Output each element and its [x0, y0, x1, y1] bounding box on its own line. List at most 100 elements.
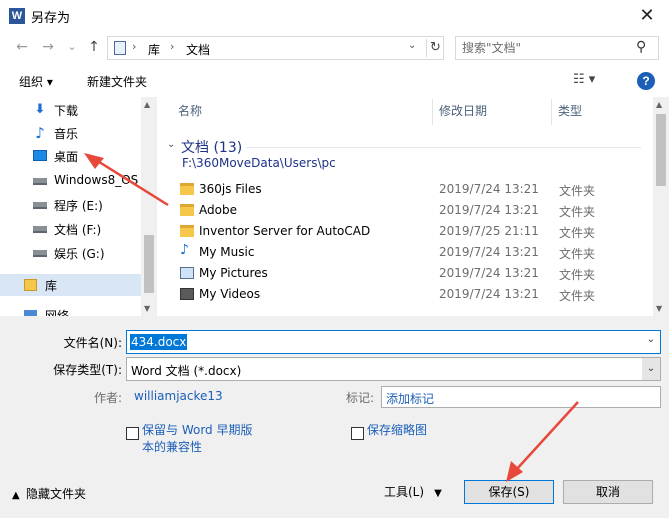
- filetype-select[interactable]: Word 文档 (*.docx) ⌄: [126, 357, 661, 381]
- list-item[interactable]: Adobe 2019/7/24 13:21 文件夹: [178, 200, 653, 221]
- folder-icon: [180, 204, 194, 216]
- list-item[interactable]: 360js Files 2019/7/24 13:21 文件夹: [178, 179, 653, 200]
- address-history-chevron-icon[interactable]: ⌄: [408, 40, 416, 51]
- tags-field[interactable]: 添加标记: [381, 386, 661, 408]
- file-list-scrollbar[interactable]: ▲ ▼: [653, 97, 669, 316]
- new-folder-button[interactable]: 新建文件夹: [87, 73, 147, 90]
- compat-label-line1[interactable]: 保留与 Word 早期版: [142, 422, 252, 439]
- breadcrumb-separator: ›: [132, 40, 137, 53]
- list-item[interactable]: My Videos 2019/7/24 13:21 文件夹: [178, 284, 653, 305]
- file-name: 360js Files: [199, 182, 262, 196]
- up-folder-button[interactable]: ↑: [84, 37, 104, 57]
- file-name: My Music: [199, 245, 255, 259]
- library-icon: [24, 278, 38, 292]
- pictures-folder-icon: [180, 267, 194, 279]
- hide-folders-toggle[interactable]: ▲ 隐藏文件夹: [12, 485, 86, 502]
- group-header[interactable]: 文档 (13): [181, 137, 242, 157]
- filetype-value: Word 文档 (*.docx): [131, 364, 242, 378]
- drive-icon: [33, 174, 47, 188]
- sidebar-item-drive-g[interactable]: 娱乐 (G:): [0, 242, 141, 264]
- breadcrumb-library[interactable]: 库: [148, 41, 160, 58]
- filename-value[interactable]: 434.docx: [130, 334, 188, 350]
- breadcrumb-documents[interactable]: 文档: [186, 41, 210, 58]
- dialog-title: 另存为: [31, 11, 71, 26]
- tools-menu-button[interactable]: 工具(L) ▼: [384, 483, 442, 500]
- scroll-down-icon[interactable]: ▼: [656, 304, 662, 313]
- refresh-button[interactable]: ↻: [426, 39, 444, 57]
- music-icon: ♪: [35, 124, 45, 142]
- list-item[interactable]: ♪ My Music 2019/7/24 13:21 文件夹: [178, 242, 653, 263]
- scrollbar-thumb[interactable]: [656, 114, 666, 186]
- address-bar[interactable]: › 库 › 文档 ⌄ ↻: [107, 36, 444, 60]
- close-button[interactable]: ✕: [625, 0, 669, 32]
- scroll-up-icon[interactable]: ▲: [144, 100, 150, 109]
- sidebar-item-network[interactable]: 网络: [0, 304, 141, 316]
- sidebar-item-label: Windows8_OS: [54, 173, 139, 187]
- thumbnail-label[interactable]: 保存缩略图: [367, 422, 427, 439]
- command-toolbar: 组织 ▾ 新建文件夹 ☷ ▾ ?: [0, 66, 669, 96]
- column-divider[interactable]: [432, 99, 433, 125]
- chevron-down-icon: ▼: [434, 488, 442, 499]
- tags-label: 标记:: [345, 391, 374, 405]
- back-button[interactable]: ←: [12, 37, 32, 57]
- word-app-icon: W: [9, 8, 25, 24]
- column-header-modified[interactable]: 修改日期: [439, 97, 487, 125]
- forward-button[interactable]: →: [38, 37, 58, 57]
- library-location-icon: [114, 41, 126, 55]
- scroll-down-icon[interactable]: ▼: [144, 304, 150, 313]
- list-item[interactable]: My Pictures 2019/7/24 13:21 文件夹: [178, 263, 653, 284]
- hide-folders-label: 隐藏文件夹: [26, 487, 87, 501]
- file-type: 文件夹: [559, 184, 596, 198]
- column-divider[interactable]: [551, 99, 552, 125]
- column-header-name[interactable]: 名称: [178, 97, 202, 125]
- search-box[interactable]: ⚲: [455, 36, 659, 60]
- scroll-up-icon[interactable]: ▲: [656, 100, 662, 109]
- column-header-type[interactable]: 类型: [558, 97, 582, 125]
- thumbnail-checkbox[interactable]: [351, 427, 364, 440]
- navigation-pane-scrollbar[interactable]: ▲ ▼: [141, 97, 156, 316]
- chevron-down-icon[interactable]: ⌄: [647, 334, 655, 345]
- list-item[interactable]: Inventor Server for AutoCAD 2019/7/25 21…: [178, 221, 653, 242]
- file-type: 文件夹: [559, 205, 596, 219]
- sidebar-item-label: 网络: [45, 309, 70, 316]
- sidebar-item-windows8-os[interactable]: Windows8_OS: [0, 170, 141, 192]
- organize-button[interactable]: 组织 ▾: [19, 73, 53, 90]
- chevron-up-icon: ▲: [12, 490, 20, 501]
- compat-label-line2[interactable]: 本的兼容性: [142, 439, 202, 456]
- sidebar-item-drive-e[interactable]: 程序 (E:): [0, 194, 141, 216]
- file-date: 2019/7/24 13:21: [439, 266, 539, 280]
- help-icon[interactable]: ?: [637, 72, 655, 90]
- network-icon: [24, 308, 38, 316]
- chevron-down-icon[interactable]: ⌄: [642, 358, 660, 380]
- author-value[interactable]: williamjacke13: [134, 389, 223, 403]
- cancel-button[interactable]: 取消: [563, 480, 653, 504]
- breadcrumb-separator: ›: [170, 40, 175, 53]
- recent-locations-dropdown[interactable]: ⌄: [62, 37, 82, 57]
- author-label: 作者:: [93, 391, 122, 405]
- sidebar-item-label: 桌面: [54, 150, 79, 164]
- filename-field[interactable]: 434.docx ⌄: [126, 330, 661, 354]
- sidebar-item-label: 下载: [54, 104, 79, 118]
- sidebar-item-library[interactable]: 库: [0, 274, 141, 296]
- scrollbar-thumb[interactable]: [144, 235, 154, 293]
- search-icon[interactable]: ⚲: [636, 39, 646, 55]
- filename-label: 文件名(N):: [63, 336, 122, 350]
- change-view-button[interactable]: ☷ ▾: [573, 72, 595, 87]
- file-date: 2019/7/24 13:21: [439, 182, 539, 196]
- sidebar-item-drive-f[interactable]: 文档 (F:): [0, 218, 141, 240]
- title-bar: W 另存为 ✕: [0, 0, 669, 32]
- compat-checkbox[interactable]: [126, 427, 139, 440]
- sidebar-item-music[interactable]: ♪ 音乐: [0, 122, 141, 144]
- file-type: 文件夹: [559, 268, 596, 282]
- folder-icon: [180, 225, 194, 237]
- drive-icon: [33, 198, 47, 212]
- filetype-label: 保存类型(T):: [53, 363, 122, 377]
- group-collapse-chevron-icon[interactable]: ⌄: [167, 139, 175, 150]
- file-date: 2019/7/25 21:11: [439, 224, 539, 238]
- search-input[interactable]: [462, 40, 632, 56]
- save-button[interactable]: 保存(S): [464, 480, 554, 504]
- sidebar-item-label: 娱乐 (G:): [54, 247, 105, 261]
- file-type: 文件夹: [559, 226, 596, 240]
- sidebar-item-desktop[interactable]: 桌面: [0, 145, 141, 167]
- sidebar-item-downloads[interactable]: ⬇ 下载: [0, 99, 141, 121]
